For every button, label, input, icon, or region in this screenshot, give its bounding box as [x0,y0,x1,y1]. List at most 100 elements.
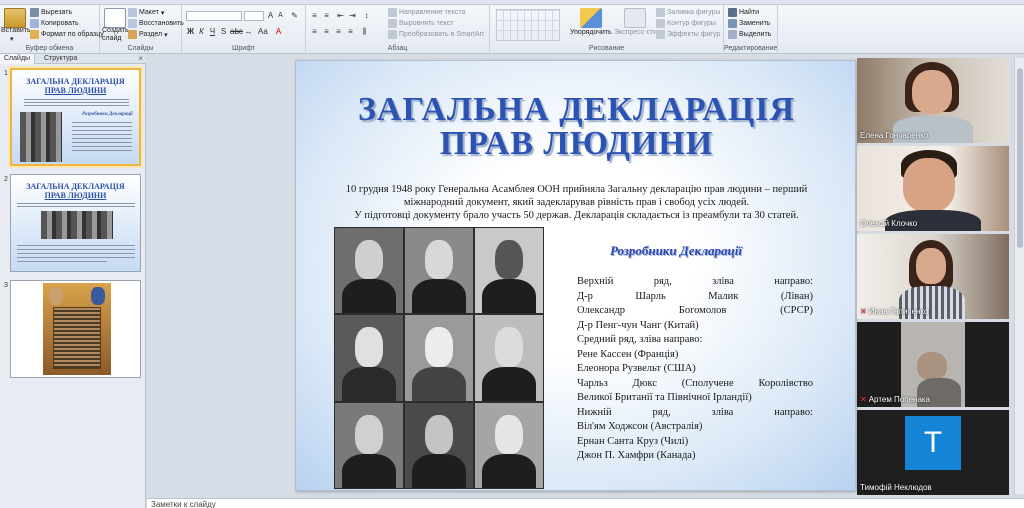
italic-button[interactable]: К [197,27,206,36]
portrait [405,228,473,314]
shape-outline-button[interactable]: Контур фигуры [656,19,716,28]
portrait-head [355,239,383,280]
paste-dropdown[interactable]: ▾ [10,35,14,43]
format-painter-button[interactable]: Формат по образцу [30,30,104,39]
developers-list-line: Рене Кассен (Франція) [577,348,679,360]
portrait [475,315,543,401]
tab-outline[interactable]: Структура [40,54,81,64]
shapes-gallery[interactable] [496,9,560,41]
font-name-combo[interactable] [186,11,242,21]
align-center-button[interactable]: ≡ [322,27,331,36]
clipboard-group-label: Буфер обмена [25,45,74,52]
bullets-button[interactable]: ≡ [310,11,319,20]
mic-off-icon: ✕ [860,395,867,404]
scrollbar-thumb[interactable] [1017,68,1023,248]
portrait-head [355,414,383,454]
underline-button[interactable]: Ч [208,27,217,36]
smartart-button[interactable]: Преобразовать в SmartArt [388,30,484,39]
new-slide-icon [104,8,126,28]
cut-button[interactable]: Вырезать [30,8,72,17]
paragraph-group: ≡ ≡ ⇤ ⇥ ↕ ≡ ≡ ≡ ≡ ⫼ Направление текста В… [306,5,490,54]
align-left-button[interactable]: ≡ [310,27,319,36]
portrait-body [411,453,467,488]
shape-effects-button[interactable]: Эффекты фигур [656,30,720,39]
reset-button[interactable]: Восстановить [128,19,184,28]
justify-button[interactable]: ≡ [346,27,355,36]
slide-editor: ЗАГАЛЬНА ДЕКЛАРАЦІЯ ПРАВ ЛЮДИНИ 10 грудн… [147,54,857,498]
thumbnail-title: ПРАВ ЛЮДИНИ [44,86,107,95]
text-direction-button[interactable]: Направление текста [388,8,465,17]
case-button[interactable]: Aa [258,27,268,36]
slide-thumbnail-2[interactable]: ЗАГАЛЬНА ДЕКЛАРАЦІЯ ПРАВ ЛЮДИНИ [10,174,141,272]
arrange-button[interactable]: Упорядочить [570,29,612,36]
developers-photo-collage[interactable] [334,227,544,489]
align-text-icon [388,19,397,28]
participant-name: ✕ Артем Попенака [860,395,931,404]
clipboard-group: Вставить ▾ Вырезать Копировать Формат по… [0,5,104,54]
portrait-body [481,279,537,314]
current-slide[interactable]: ЗАГАЛЬНА ДЕКЛАРАЦІЯ ПРАВ ЛЮДИНИ 10 грудн… [295,60,856,491]
align-text-button[interactable]: Выровнять текст [388,19,454,28]
font-size-combo[interactable] [244,11,264,21]
spacing-button[interactable]: ↔ [244,27,253,36]
cursor-icon [728,30,737,39]
participant-tile[interactable]: Елена Гончаренко [857,58,1009,143]
section-button[interactable]: Раздел ▾ [128,30,168,39]
drawing-group-label: Рисование [588,45,625,52]
select-button[interactable]: Выделить [728,30,771,39]
participant-tile[interactable]: ✕ Артем Попенака [857,322,1009,407]
text-direction-icon [388,8,397,17]
thumbnail-text-line [17,245,135,246]
paste-button[interactable]: Вставить [1,27,31,34]
participant-tile[interactable]: ✕ Инна Галиченко [857,234,1009,319]
portrait [405,402,473,488]
developers-list-line: Д-р Шарль Малик (Ліван) [577,290,813,302]
effects-icon [656,30,665,39]
grow-font-button[interactable]: A [266,11,275,20]
reset-icon [128,19,137,28]
developers-list-line: Нижній ряд, зліва направо: [577,406,813,418]
tab-slides[interactable]: Слайды [0,54,36,64]
shape-fill-button[interactable]: Заливка фигуры [656,8,720,17]
decrease-indent-button[interactable]: ⇤ [336,11,345,20]
thumbnail-text-line [72,142,132,143]
portrait-head [495,327,523,367]
increase-indent-button[interactable]: ⇥ [348,11,357,20]
numbering-button[interactable]: ≡ [322,11,331,20]
participant-name: Тимофій Неклюдов [860,483,932,492]
layout-button[interactable]: Макет ▾ [128,8,164,17]
thumbnail-text-line [72,134,132,135]
editing-group: Найти Заменить Выделить Редактирование [724,5,778,54]
thumbnail-text-line [17,253,135,254]
align-right-button[interactable]: ≡ [334,27,343,36]
slide-title[interactable]: ЗАГАЛЬНА ДЕКЛАРАЦІЯ ПРАВ ЛЮДИНИ [296,93,855,161]
strikethrough-button[interactable]: abc [230,27,243,36]
clear-format-button[interactable]: ✎ [290,11,299,20]
participant-tile[interactable]: T Тимофій Неклюдов [857,410,1009,495]
shrink-font-button[interactable]: A [276,11,285,20]
columns-button[interactable]: ⫼ [360,27,369,36]
slide-thumbnail-3[interactable] [10,280,141,378]
line-spacing-button[interactable]: ↕ [362,11,371,20]
shadow-button[interactable]: S [219,27,228,36]
developers-list-line: Олександр Богомолов (СРСР) [577,305,813,316]
bold-button[interactable]: Ж [186,27,195,36]
slides-panel: Слайды Структура × 1 ЗАГАЛЬНА ДЕКЛАРАЦІЯ… [0,54,146,508]
thumbnail-subtitle: Розробники Декларації [82,112,133,117]
participant-tile-active[interactable]: Олексій Клочко [857,146,1009,231]
notes-pane[interactable]: Заметки к слайду [147,498,1024,508]
slide-thumbnail-1[interactable]: ЗАГАЛЬНА ДЕКЛАРАЦІЯ ПРАВ ЛЮДИНИ Розробни… [10,68,141,166]
slides-group-label: Слайды [127,45,154,52]
developers-heading[interactable]: Розробники Декларації [610,243,742,259]
find-button[interactable]: Найти [728,8,759,17]
slide-intro-text[interactable]: 10 грудня 1948 року Генеральна Асамблея … [316,183,837,222]
video-scrollbar[interactable] [1014,58,1024,494]
replace-button[interactable]: Заменить [728,19,770,28]
close-icon[interactable]: × [138,54,143,64]
developers-list[interactable]: Верхній ряд, зліва направо: Д-р Шарль Ма… [577,275,813,464]
font-color-button[interactable]: A [274,27,283,36]
drawing-group: Упорядочить Экспресс-стили Заливка фигур… [490,5,724,54]
font-group-label: Шрифт [231,45,256,52]
copy-button[interactable]: Копировать [30,19,79,28]
paste-icon [4,8,26,28]
